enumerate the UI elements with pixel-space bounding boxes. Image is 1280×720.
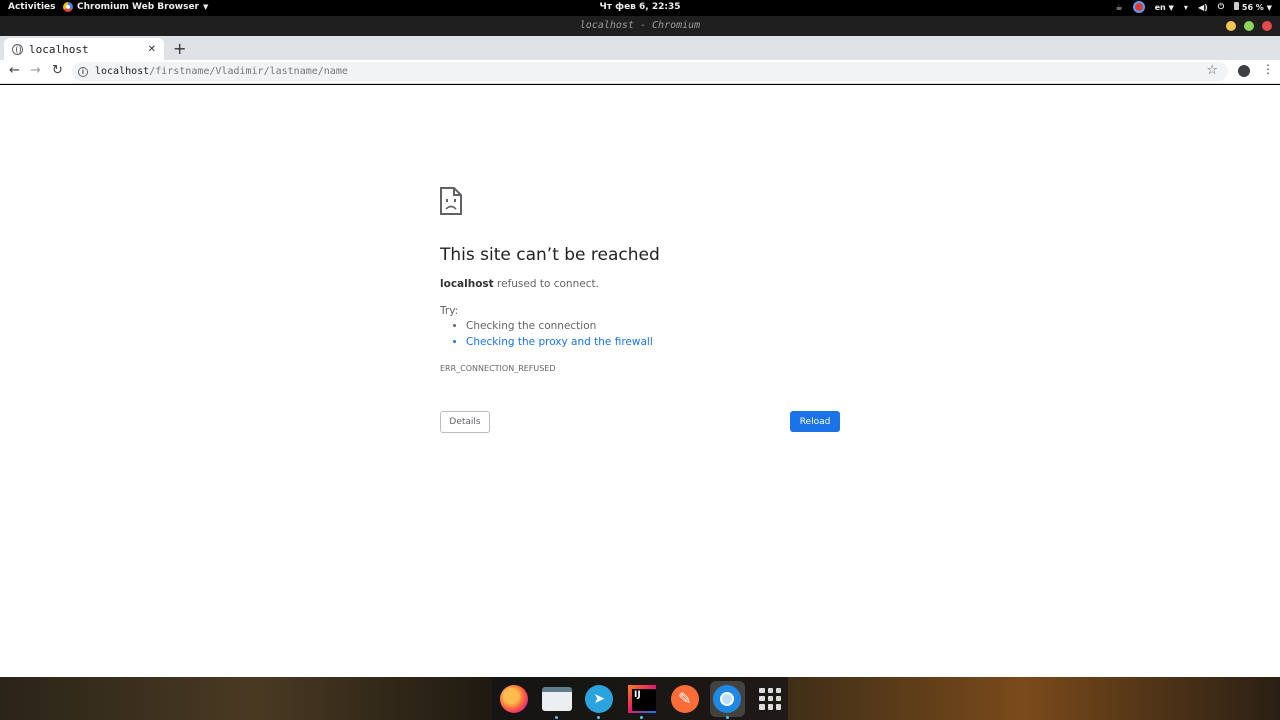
window-title-bar[interactable]: localhost - Chromium bbox=[0, 16, 1280, 36]
dock-show-applications[interactable] bbox=[752, 681, 788, 717]
wifi-icon[interactable]: ▾ bbox=[1184, 3, 1188, 12]
notification-indicator-icon[interactable] bbox=[1132, 1, 1145, 13]
battery-indicator[interactable]: 56 % ▼ bbox=[1234, 2, 1272, 12]
tab-strip: localhost ✕ + bbox=[0, 36, 1280, 60]
reload-button[interactable]: Reload bbox=[790, 411, 840, 432]
system-top-bar: Activities Chromium Web Browser ▼ Чт фев… bbox=[0, 0, 1280, 16]
dock: ➤ ✎ bbox=[492, 677, 788, 720]
chromium-icon bbox=[713, 684, 742, 713]
kebab-menu-icon[interactable]: ⋮ bbox=[1262, 62, 1274, 76]
dock-postman[interactable]: ✎ bbox=[667, 681, 703, 717]
profile-avatar-icon[interactable] bbox=[1238, 65, 1250, 77]
globe-icon bbox=[12, 43, 23, 55]
dock-intellij[interactable] bbox=[624, 681, 660, 719]
details-button[interactable]: Details bbox=[440, 411, 490, 433]
close-window-button[interactable] bbox=[1262, 21, 1272, 31]
back-button[interactable]: ← bbox=[9, 63, 20, 78]
minimize-button[interactable] bbox=[1226, 21, 1236, 31]
battery-icon bbox=[1234, 2, 1240, 10]
dock-chromium[interactable] bbox=[709, 680, 746, 719]
files-icon bbox=[541, 686, 572, 711]
telegram-icon: ➤ bbox=[585, 684, 614, 713]
suggestion-check-connection: Checking the connection bbox=[466, 320, 653, 332]
intellij-idea-icon bbox=[628, 684, 657, 713]
running-indicator bbox=[597, 715, 601, 719]
tab-localhost[interactable]: localhost ✕ bbox=[4, 38, 164, 60]
running-indicator bbox=[554, 715, 558, 719]
running-indicator bbox=[725, 715, 729, 719]
url-text[interactable]: localhost/firstname/Vladimir/lastname/na… bbox=[95, 66, 348, 77]
dock-telegram[interactable]: ➤ bbox=[581, 681, 617, 719]
address-bar[interactable]: i localhost/firstname/Vladimir/lastname/… bbox=[72, 62, 1228, 81]
app-grid-icon bbox=[759, 687, 782, 710]
bookmark-star-icon[interactable]: ☆ bbox=[1206, 63, 1218, 78]
volume-icon[interactable]: ◀) bbox=[1198, 3, 1208, 12]
language-indicator[interactable]: en ▼ bbox=[1155, 3, 1174, 12]
close-tab-icon[interactable]: ✕ bbox=[148, 44, 156, 55]
dock-firefox[interactable] bbox=[496, 681, 532, 717]
window-title: localhost - Chromium bbox=[579, 20, 701, 31]
tab-label: localhost bbox=[29, 42, 89, 56]
dock-files[interactable] bbox=[539, 681, 575, 719]
sad-document-icon bbox=[440, 187, 462, 215]
running-indicator bbox=[640, 715, 644, 719]
info-icon[interactable]: i bbox=[78, 66, 88, 77]
new-tab-button[interactable]: + bbox=[173, 39, 186, 58]
power-icon[interactable]: ⏻ bbox=[1218, 2, 1224, 12]
system-tray[interactable]: ☕ en ▼ ▾ ◀) ⏻ 56 % ▼ bbox=[1115, 1, 1272, 13]
suggestion-check-proxy-link[interactable]: Checking the proxy and the firewall bbox=[466, 336, 653, 348]
desktop-wallpaper: ➤ ✎ bbox=[0, 677, 1280, 720]
error-page: This site can’t be reached localhost ref… bbox=[0, 85, 1280, 677]
error-message: localhost refused to connect. bbox=[440, 278, 599, 290]
postman-icon: ✎ bbox=[670, 684, 699, 713]
suggestions-list: Checking the connection Checking the pro… bbox=[466, 320, 653, 352]
try-label: Try: bbox=[440, 305, 459, 317]
maximize-button[interactable] bbox=[1244, 21, 1254, 31]
screenshot-indicator-icon[interactable]: ☕ bbox=[1115, 3, 1122, 12]
reload-icon[interactable]: ↻ bbox=[52, 63, 63, 78]
error-heading: This site can’t be reached bbox=[440, 245, 660, 265]
firefox-icon bbox=[499, 684, 528, 713]
browser-toolbar: ← → ↻ i localhost/firstname/Vladimir/las… bbox=[0, 60, 1280, 84]
clock[interactable]: Чт фев 6, 22:35 bbox=[0, 2, 1280, 12]
forward-button[interactable]: → bbox=[30, 63, 41, 78]
error-code: ERR_CONNECTION_REFUSED bbox=[440, 364, 556, 373]
